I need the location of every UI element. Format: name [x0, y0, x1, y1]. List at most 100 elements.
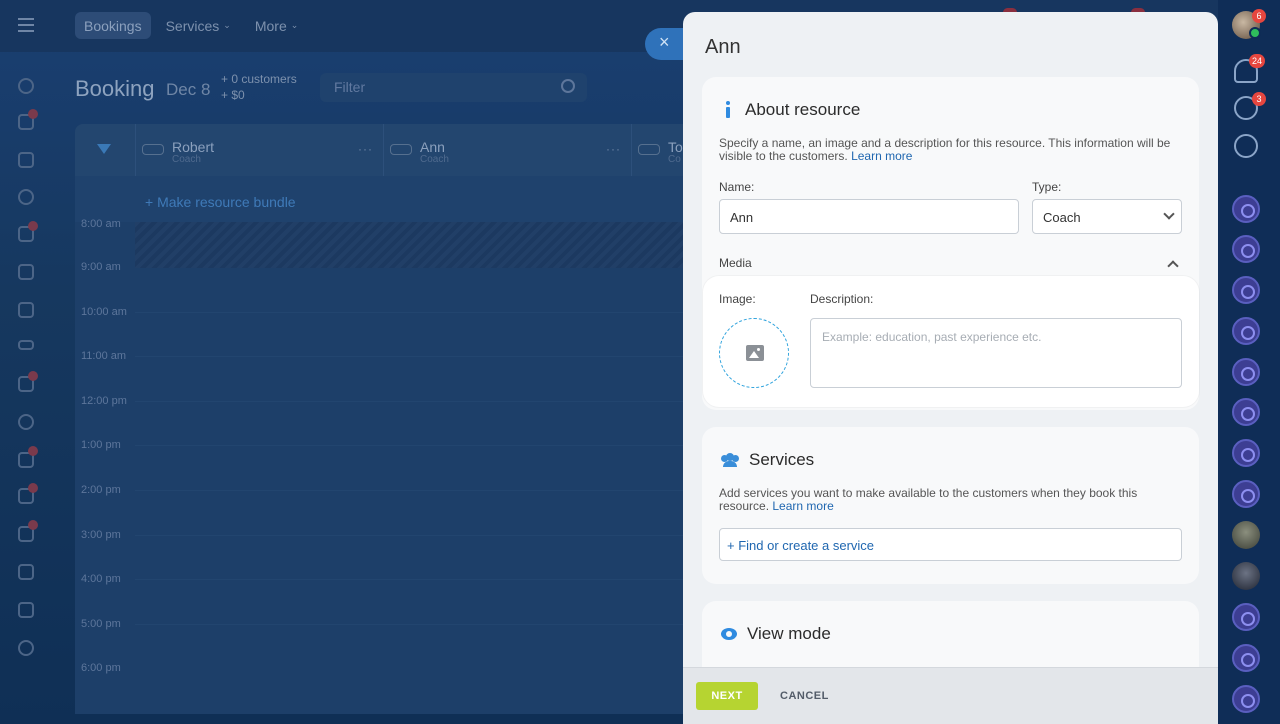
image-upload[interactable]: [719, 318, 789, 388]
chat-avatar[interactable]: [1232, 276, 1260, 304]
resource-name: To: [668, 139, 683, 155]
activity-badge: 3: [1252, 92, 1266, 106]
menu-icon[interactable]: [18, 18, 34, 32]
sidebar-badge: [28, 371, 38, 381]
sidebar-badge: [28, 483, 38, 493]
grid-line: [135, 490, 715, 491]
sidebar-icon[interactable]: [18, 602, 34, 618]
panel-footer: NEXT CANCEL: [683, 667, 1218, 724]
services-card: Services Add services you want to make a…: [702, 427, 1199, 584]
contacts-icon[interactable]: [18, 414, 34, 430]
top-nav: Bookings Services ⌄ More ⌄: [75, 12, 307, 39]
time-label: 1:00 pm: [81, 439, 121, 451]
more-icon[interactable]: ···: [358, 142, 373, 156]
document-icon[interactable]: [18, 152, 34, 168]
description-textarea[interactable]: Example: education, past experience etc.: [810, 318, 1182, 388]
sidebar-icon[interactable]: [18, 640, 34, 656]
cancel-button[interactable]: CANCEL: [780, 682, 829, 710]
booking-icon[interactable]: [18, 564, 34, 580]
services-description: Add services you want to make available …: [719, 487, 1189, 513]
nav-bookings[interactable]: Bookings: [75, 12, 151, 39]
notifications-badge: 24: [1249, 54, 1266, 68]
resource-icon: [390, 144, 412, 155]
learn-more-link[interactable]: Learn more: [772, 499, 833, 513]
nav-more-label: More: [254, 17, 287, 34]
find-service-link[interactable]: + Find or create a service: [727, 538, 874, 553]
type-select[interactable]: Coach: [1032, 199, 1182, 234]
chat-avatar[interactable]: [1232, 398, 1260, 426]
chevron-down-icon: ⌄: [223, 20, 231, 30]
sidebar-icon[interactable]: [18, 78, 34, 94]
nav-more[interactable]: More ⌄: [246, 12, 307, 39]
chat-avatar[interactable]: [1232, 603, 1260, 631]
type-value: Coach: [1043, 210, 1081, 225]
sidebar-badge: [28, 109, 38, 119]
resource-name: Robert: [172, 139, 215, 155]
filter-placeholder: Filter: [334, 79, 366, 95]
card-icon[interactable]: [18, 340, 34, 350]
chat-avatar[interactable]: [1232, 480, 1260, 508]
sidebar-badge: [28, 221, 38, 231]
chat-avatar[interactable]: [1232, 644, 1260, 672]
people-icon: [721, 453, 739, 467]
filter-input[interactable]: Filter: [320, 73, 587, 102]
funnel-icon[interactable]: [97, 144, 111, 154]
media-section: Image: Description: Example: education, …: [703, 276, 1199, 407]
learn-more-link[interactable]: Learn more: [851, 149, 912, 163]
type-label: Type:: [1032, 180, 1062, 194]
amount-total: + $0: [221, 88, 245, 102]
booking-stats: + 0 customers + $0: [221, 71, 297, 103]
chat-avatar[interactable]: [1232, 521, 1260, 549]
resource-role: Co: [668, 154, 681, 165]
booking-date: Dec 8: [166, 80, 211, 99]
chat-avatar[interactable]: [1232, 562, 1260, 590]
time-label: 5:00 pm: [81, 618, 121, 630]
time-label: 3:00 pm: [81, 529, 121, 541]
resource-column: Robert Coach ···: [135, 124, 383, 176]
time-label: 12:00 pm: [81, 395, 127, 407]
resource-name: Ann: [420, 139, 445, 155]
time-label: 6:00 pm: [81, 662, 121, 674]
nav-bookings-label: Bookings: [84, 17, 142, 34]
find-service-input[interactable]: + Find or create a service: [719, 528, 1182, 561]
grid-line: [135, 624, 715, 625]
grid-line: [135, 445, 715, 446]
nav-services[interactable]: Services ⌄: [157, 12, 240, 39]
chat-avatar[interactable]: [1232, 195, 1260, 223]
chat-avatar[interactable]: [1232, 317, 1260, 345]
file-icon[interactable]: [18, 264, 34, 280]
time-label: 11:00 am: [81, 350, 127, 362]
search-icon[interactable]: [561, 79, 575, 93]
chat-avatar[interactable]: [1232, 685, 1260, 713]
chat-icon[interactable]: [1234, 134, 1258, 158]
media-label[interactable]: Media: [719, 256, 752, 270]
more-icon[interactable]: ···: [606, 142, 621, 156]
view-mode-header: View mode: [721, 624, 831, 644]
name-input[interactable]: Ann: [719, 199, 1019, 234]
name-label: Name:: [719, 180, 755, 194]
resource-icon: [638, 144, 660, 155]
eye-icon: [721, 628, 737, 640]
chat-avatar[interactable]: [1232, 439, 1260, 467]
settings-icon[interactable]: [18, 189, 34, 205]
right-sidebar: 6 24 3: [1218, 0, 1280, 724]
chat-avatar[interactable]: [1232, 358, 1260, 386]
time-label: 2:00 pm: [81, 484, 121, 496]
grid-line: [135, 401, 715, 402]
resource-column: Ann Coach ···: [383, 124, 631, 176]
make-bundle-link[interactable]: + Make resource bundle: [145, 194, 296, 210]
sidebar-badge: [28, 520, 38, 530]
panel-title: Ann: [705, 36, 741, 58]
time-label: 9:00 am: [81, 261, 121, 273]
board-icon[interactable]: [18, 302, 34, 318]
avatar-badge: 6: [1252, 9, 1266, 23]
resource-role: Coach: [172, 154, 201, 165]
about-resource-header: About resource: [721, 100, 860, 120]
chat-avatar[interactable]: [1232, 235, 1260, 263]
time-label: 8:00 am: [81, 218, 121, 230]
close-icon: ×: [659, 32, 670, 52]
next-button[interactable]: NEXT: [696, 682, 758, 710]
booking-grid: Robert Coach ··· Ann Coach ··· To Co + M…: [75, 124, 715, 714]
services-header: Services: [721, 450, 814, 470]
customers-count[interactable]: + 0 customers: [221, 71, 297, 87]
